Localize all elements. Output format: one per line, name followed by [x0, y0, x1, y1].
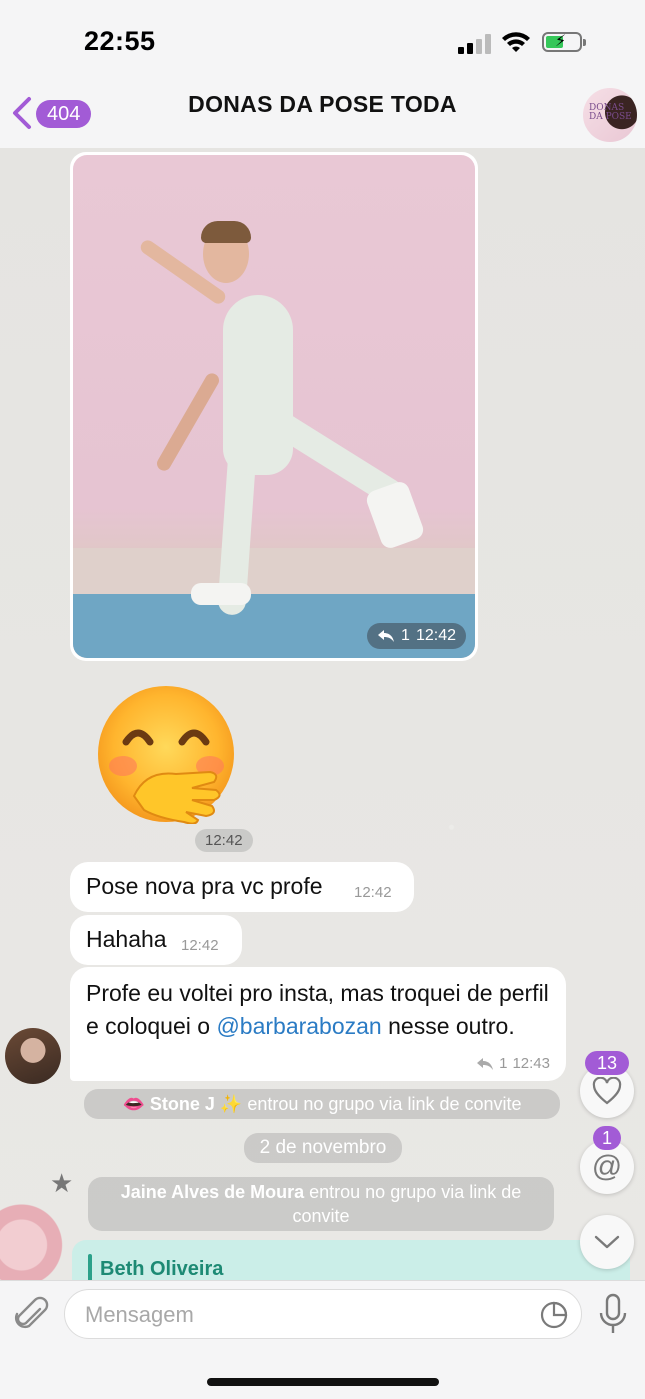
- service-action: entrou no grupo via link de convite: [242, 1094, 522, 1114]
- reply-icon: [477, 1057, 494, 1070]
- avatar-logo-text: DONAS DA POSE: [589, 103, 632, 122]
- message-text: Hahaha: [86, 926, 167, 952]
- date-separator: 2 de novembro: [244, 1133, 402, 1163]
- status-bar: 22:55 ⚡: [0, 0, 645, 80]
- chevron-down-icon: [594, 1235, 620, 1249]
- service-action: entrou no grupo via link de convite: [292, 1182, 522, 1226]
- chat-header: 404 DONAS DA POSE TODA DONAS DA POSE: [0, 80, 645, 149]
- sticker-icon[interactable]: [539, 1300, 569, 1330]
- battery-icon: ⚡: [542, 32, 586, 52]
- service-user-name[interactable]: Stone J ✨: [150, 1094, 242, 1114]
- message-reply-count: 1: [499, 1055, 508, 1072]
- photo-reply-count: 1: [401, 627, 410, 644]
- home-indicator[interactable]: [207, 1378, 439, 1386]
- photo-time: 12:42: [415, 627, 456, 644]
- message-text: Pose nova pra vc profe: [86, 873, 323, 899]
- blushing-face-sticker[interactable]: [88, 684, 248, 824]
- message-bubble[interactable]: Profe eu voltei pro insta, mas troquei d…: [70, 967, 566, 1081]
- chat-title[interactable]: DONAS DA POSE TODA: [0, 91, 645, 118]
- message-time: 12:43: [512, 1055, 550, 1072]
- microphone-icon[interactable]: [598, 1293, 628, 1337]
- message-input[interactable]: [83, 1290, 507, 1340]
- sender-avatar[interactable]: [5, 1028, 61, 1084]
- paperclip-icon[interactable]: [14, 1295, 50, 1335]
- message-bubble[interactable]: Pose nova pra vc profe 12:42: [70, 862, 414, 912]
- message-input-field[interactable]: [64, 1289, 582, 1340]
- status-time: 22:55: [84, 26, 156, 56]
- scroll-down-button[interactable]: [580, 1215, 634, 1269]
- photo-message[interactable]: 1 12:42: [70, 152, 478, 661]
- group-avatar[interactable]: DONAS DA POSE: [583, 88, 637, 142]
- pose-photo[interactable]: [73, 155, 475, 658]
- at-icon: @: [591, 1150, 623, 1183]
- photo-meta: 1 12:42: [367, 623, 466, 649]
- quoted-sender-name: Beth Oliveira: [100, 1258, 224, 1280]
- join-service-message: Jaine Alves de Moura entrou no grupo via…: [88, 1177, 554, 1231]
- message-meta: 1 12:43: [476, 1055, 550, 1072]
- heart-icon: [592, 1077, 622, 1105]
- service-user-name[interactable]: Jaine Alves de Moura: [121, 1182, 304, 1202]
- mention-link[interactable]: @barbarabozan: [216, 1013, 381, 1039]
- wifi-icon: [502, 32, 530, 52]
- message-text-part: nesse outro.: [381, 1013, 515, 1039]
- star-icon: ★: [50, 1168, 74, 1198]
- mentions-badge: 1: [593, 1126, 621, 1150]
- join-service-message: 👄 Stone J ✨ entrou no grupo via link de …: [84, 1089, 560, 1119]
- sticker-time: 12:42: [195, 829, 253, 852]
- message-time: 12:42: [354, 884, 392, 901]
- cellular-signal-icon: [458, 32, 494, 54]
- reactions-badge: 13: [585, 1051, 629, 1075]
- reply-icon: [378, 630, 395, 642]
- message-bubble[interactable]: Hahaha 12:42: [70, 915, 242, 965]
- message-text: Profe eu voltei pro insta, mas troquei d…: [86, 977, 556, 1043]
- message-time: 12:42: [181, 937, 219, 954]
- service-emoji: 👄: [122, 1094, 150, 1114]
